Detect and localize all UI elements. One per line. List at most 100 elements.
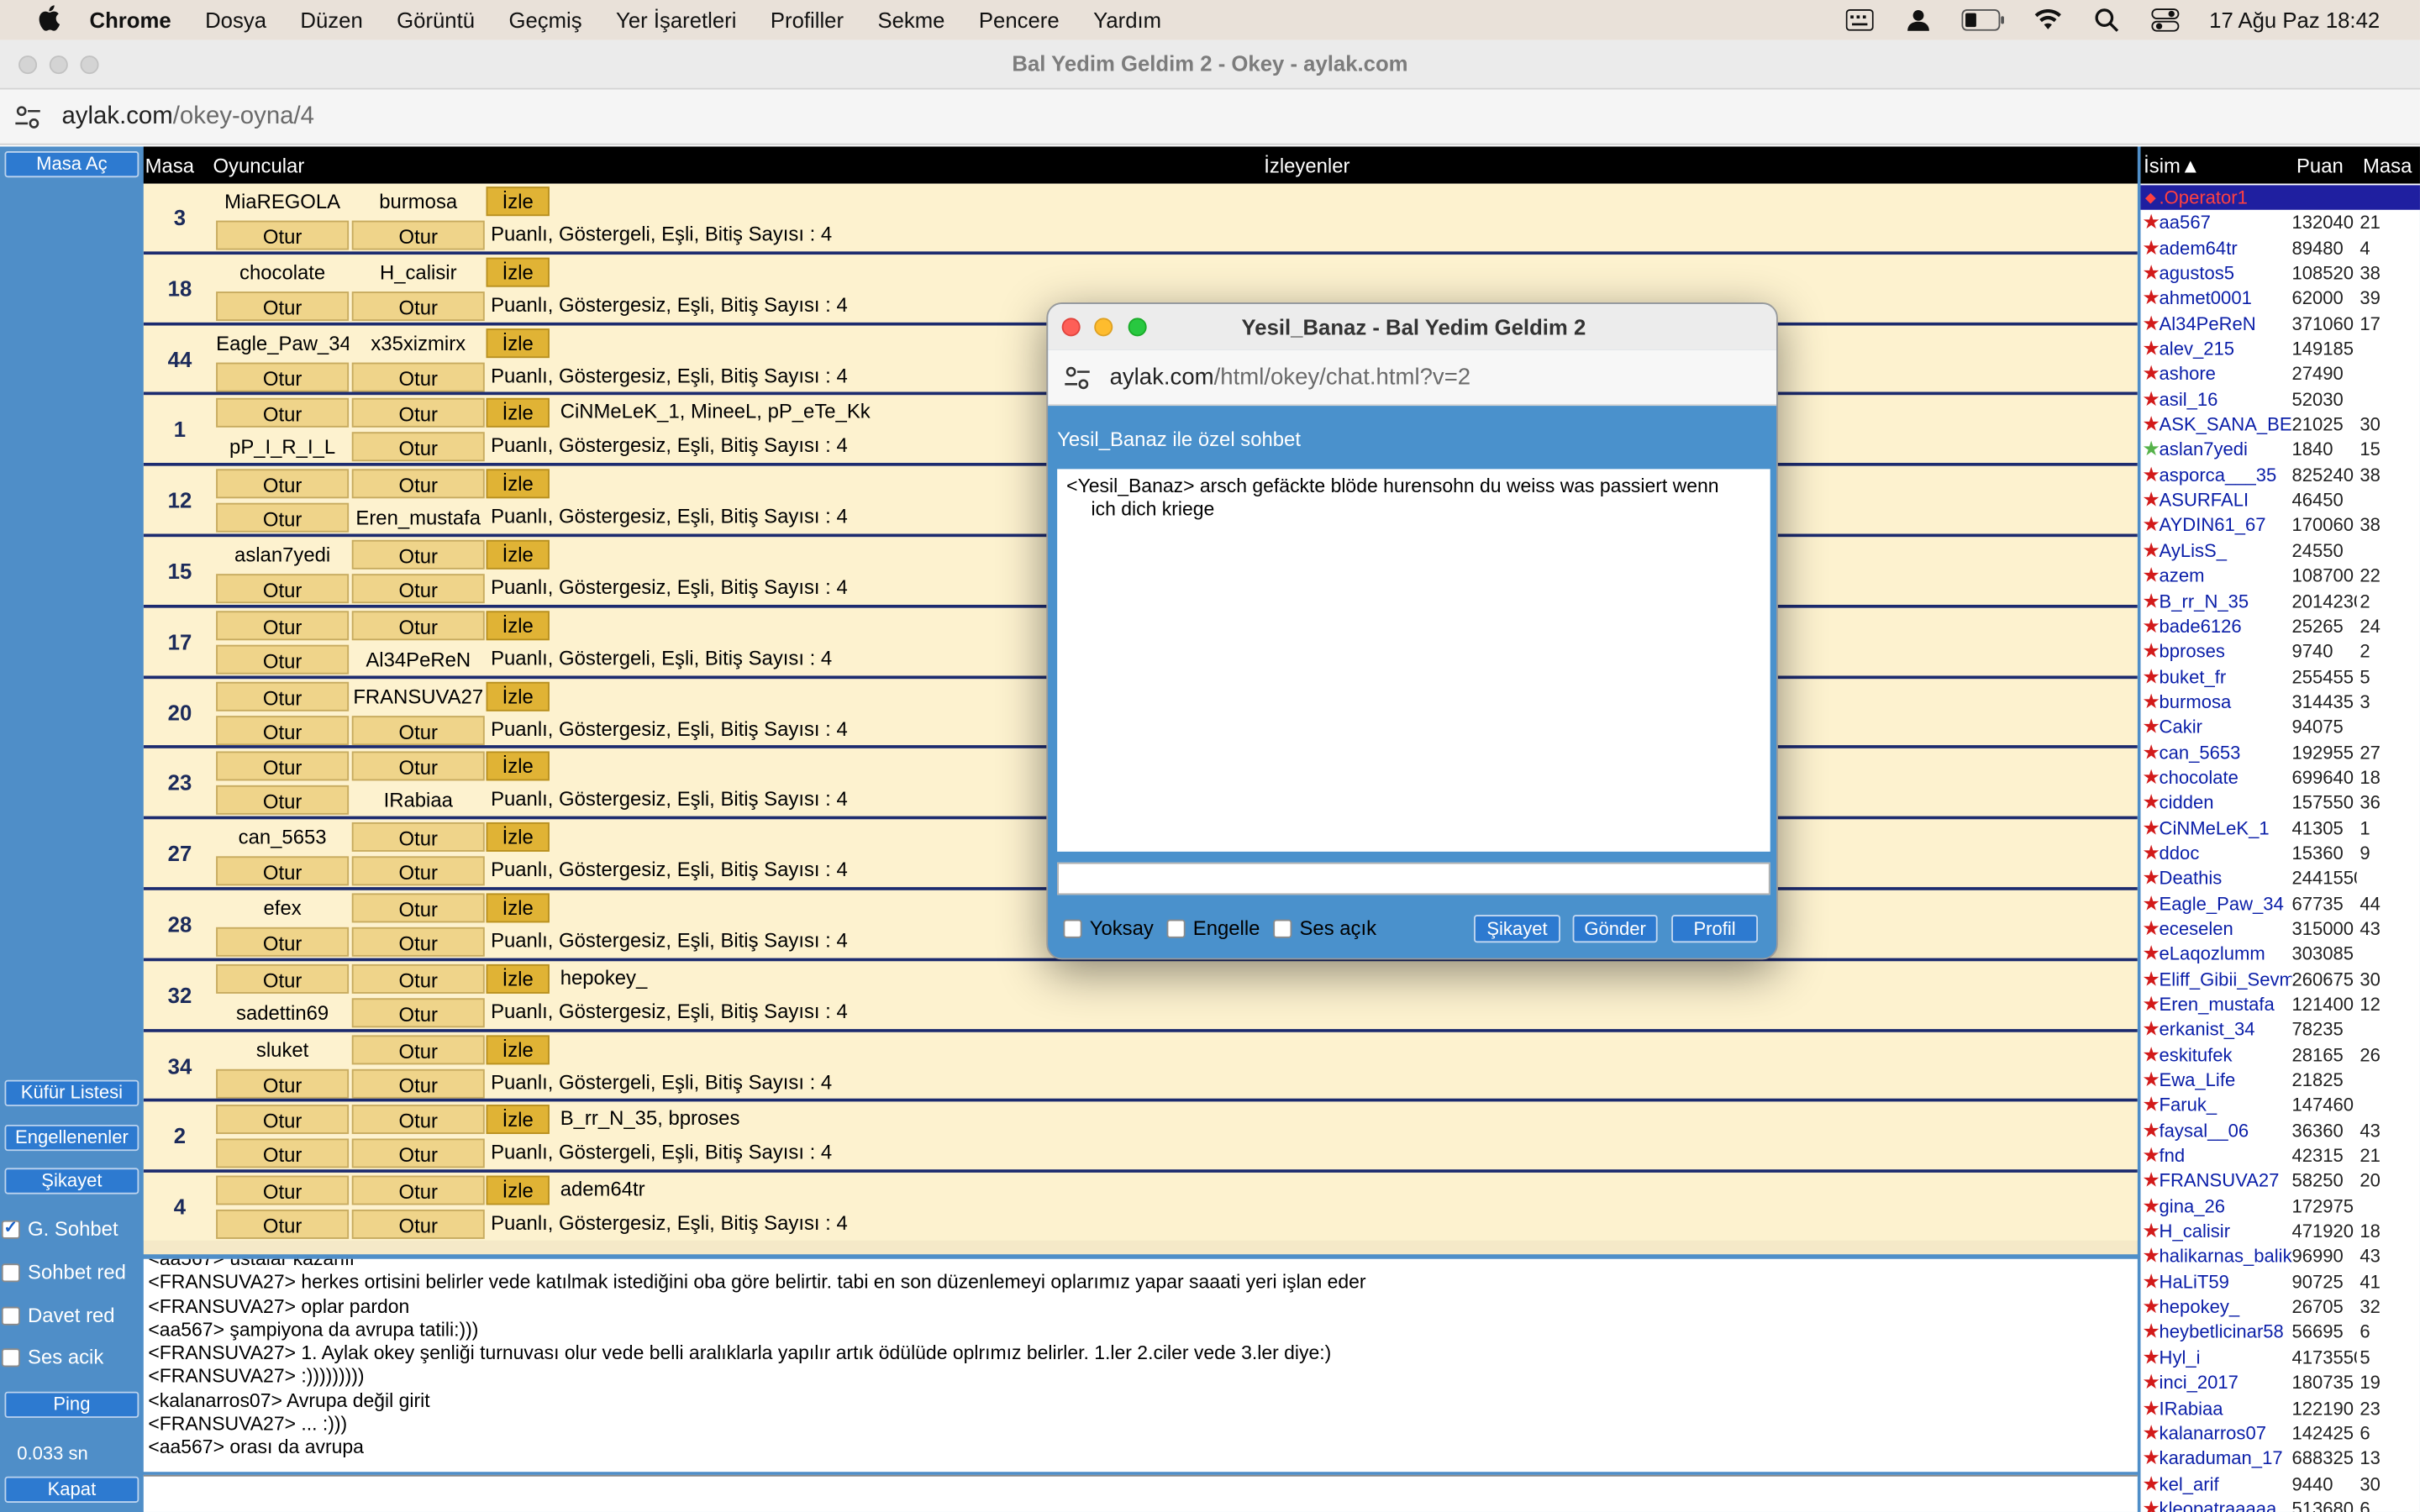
sit-button[interactable]: Otur	[351, 1175, 485, 1205]
player-row[interactable]: ★ Cakir 94075	[2141, 715, 2420, 740]
player-row[interactable]: ★ H_calisir 471920 18	[2141, 1219, 2420, 1244]
player-row[interactable]: ★ erkanist_34 78235	[2141, 1017, 2420, 1042]
player-name[interactable]: hepokey_	[2160, 1294, 2292, 1319]
player-row[interactable]: ★ AyLisS_ 24550	[2141, 538, 2420, 564]
sit-button[interactable]: Otur	[351, 574, 485, 604]
player-name[interactable]: AYDIN61_67	[2160, 513, 2292, 538]
block-checkbox[interactable]: Engelle	[1166, 916, 1260, 940]
player-row[interactable]: ★ Ewa_Life 21825	[2141, 1068, 2420, 1093]
player-name[interactable]: erkanist_34	[2160, 1017, 2292, 1042]
sit-button[interactable]: Otur	[351, 1210, 485, 1240]
menu-app-chrome[interactable]: Chrome	[90, 8, 171, 32]
player-row[interactable]: ★ buket_fr 255455 5	[2141, 664, 2420, 690]
player-name[interactable]: Cakir	[2160, 715, 2292, 739]
player-name[interactable]: alev_215	[2160, 337, 2292, 361]
checkbox-box[interactable]	[1, 1347, 20, 1367]
player-name[interactable]: kleopatraaaaa	[2160, 1496, 2292, 1512]
player-row[interactable]: ★ Al34PeReN 371060 17	[2141, 311, 2420, 336]
watch-button[interactable]: İzle	[486, 752, 550, 782]
sit-button[interactable]: Otur	[351, 291, 485, 321]
menu-yardim[interactable]: Yardım	[1093, 8, 1161, 32]
player-name[interactable]: buket_fr	[2160, 664, 2292, 689]
swear-list-button[interactable]: Küfür Listesi	[4, 1079, 139, 1106]
player-row[interactable]: ★ halikarnas_balik 96990 43	[2141, 1244, 2420, 1269]
checkbox-box[interactable]: ✓	[1, 1220, 20, 1238]
sit-button[interactable]: Otur	[216, 1210, 350, 1240]
player-name[interactable]: FRANSUVA27	[2160, 1168, 2292, 1193]
player-name[interactable]: karaduman_17	[2160, 1446, 2292, 1470]
header-watchers[interactable]: İzleyenler	[1264, 155, 1349, 178]
sit-button[interactable]: Otur	[351, 398, 485, 428]
watch-button[interactable]: İzle	[486, 398, 550, 428]
ping-button[interactable]: Ping	[4, 1391, 139, 1418]
sit-button[interactable]: Otur	[351, 469, 485, 499]
player-row[interactable]: ★ aa567 132040 21	[2141, 210, 2420, 235]
sit-button[interactable]: Otur	[216, 361, 350, 391]
sound-on-checkbox[interactable]: Ses acik	[1, 1346, 103, 1368]
player-row[interactable]: ★ Eren_mustafa 121400 12	[2141, 992, 2420, 1017]
player-row[interactable]: ★ eskitufek 28165 26	[2141, 1042, 2420, 1068]
sit-button[interactable]: Otur	[216, 752, 350, 782]
sit-button[interactable]: Otur	[351, 963, 485, 994]
player-row[interactable]: ★ cidden 157550 36	[2141, 790, 2420, 816]
player-row[interactable]: ★ HaLiT59 90725 41	[2141, 1269, 2420, 1294]
sit-button[interactable]: Otur	[351, 927, 485, 957]
player-row[interactable]: ★ chocolate 699640 18	[2141, 765, 2420, 790]
checkbox-box[interactable]	[1166, 918, 1186, 937]
menu-gecmis[interactable]: Geçmiş	[508, 8, 581, 32]
sit-button[interactable]: Otur	[351, 610, 485, 640]
player-name[interactable]: asil_16	[2160, 387, 2292, 412]
player-row[interactable]: ★ kalanarros07 142425 6	[2141, 1420, 2420, 1446]
general-chat-input[interactable]	[143, 1474, 2138, 1512]
player-name[interactable]: Eagle_Paw_34	[2160, 891, 2292, 916]
sit-button[interactable]: Otur	[216, 1139, 350, 1169]
menu-sekme[interactable]: Sekme	[877, 8, 944, 32]
player-name[interactable]: ahmet0001	[2160, 286, 2292, 310]
sit-button[interactable]: Otur	[216, 927, 350, 957]
watch-button[interactable]: İzle	[486, 822, 550, 853]
player-row[interactable]: ★ Eliff_Gibii_Sevm 260675 30	[2141, 967, 2420, 992]
player-name[interactable]: Deathis	[2160, 866, 2292, 890]
player-name[interactable]: AyLisS_	[2160, 538, 2292, 563]
player-name[interactable]: ASURFALI	[2160, 488, 2292, 512]
sit-button[interactable]: Otur	[216, 503, 350, 533]
player-name[interactable]: H_calisir	[2160, 1219, 2292, 1243]
player-name[interactable]: ddoc	[2160, 841, 2292, 865]
player-row[interactable]: ★ FRANSUVA27 58250 20	[2141, 1168, 2420, 1194]
search-icon[interactable]	[2092, 8, 2123, 32]
player-name[interactable]: B_rr_N_35	[2160, 589, 2292, 613]
sit-button[interactable]: Otur	[216, 1175, 350, 1205]
ignore-checkbox[interactable]: Yoksay	[1063, 916, 1154, 940]
profile-button[interactable]: Profil	[1671, 915, 1759, 943]
open-table-button[interactable]: Masa Aç	[4, 150, 139, 178]
player-name[interactable]: agustos5	[2160, 260, 2292, 285]
player-name[interactable]: ashore	[2160, 362, 2292, 386]
player-name[interactable]: kel_arif	[2160, 1471, 2292, 1495]
player-name[interactable]: fnd	[2160, 1143, 2292, 1168]
sit-button[interactable]: Otur	[216, 1068, 350, 1098]
sit-button[interactable]: Otur	[351, 432, 485, 462]
sit-button[interactable]: Otur	[216, 220, 350, 250]
player-name[interactable]: ASK_SANA_BE	[2160, 412, 2292, 437]
clock[interactable]: 17 Ağu Paz 18:42	[2209, 8, 2380, 32]
player-name[interactable]: CiNMeLeK_1	[2160, 816, 2292, 840]
checkbox-box[interactable]	[1, 1263, 20, 1282]
player-name[interactable]: chocolate	[2160, 765, 2292, 790]
player-name[interactable]: Al34PeReN	[2160, 311, 2292, 335]
player-row[interactable]: ★ faysal__06 36360 43	[2141, 1118, 2420, 1143]
apple-icon[interactable]	[34, 4, 61, 37]
menu-yer-isaretleri[interactable]: Yer İşaretleri	[616, 8, 736, 32]
general-chat-checkbox[interactable]: ✓ G. Sohbet	[1, 1217, 118, 1241]
watch-button[interactable]: İzle	[486, 610, 550, 640]
player-name[interactable]: aa567	[2160, 210, 2292, 234]
player-row[interactable]: ★ asporca___35 825240 38	[2141, 463, 2420, 488]
sit-button[interactable]: Otur	[351, 752, 485, 782]
player-name[interactable]: cidden	[2160, 790, 2292, 815]
sit-button[interactable]: Otur	[351, 361, 485, 391]
player-row[interactable]: ★ inci_2017 180735 19	[2141, 1370, 2420, 1395]
player-row[interactable]: ★Hyl_i41735505	[2141, 1345, 2420, 1370]
header-players[interactable]: Oyuncular	[213, 155, 304, 178]
watch-button[interactable]: İzle	[486, 893, 550, 923]
player-row[interactable]: ★ azem 108700 22	[2141, 564, 2420, 589]
invite-reject-checkbox[interactable]: Davet red	[1, 1304, 115, 1327]
